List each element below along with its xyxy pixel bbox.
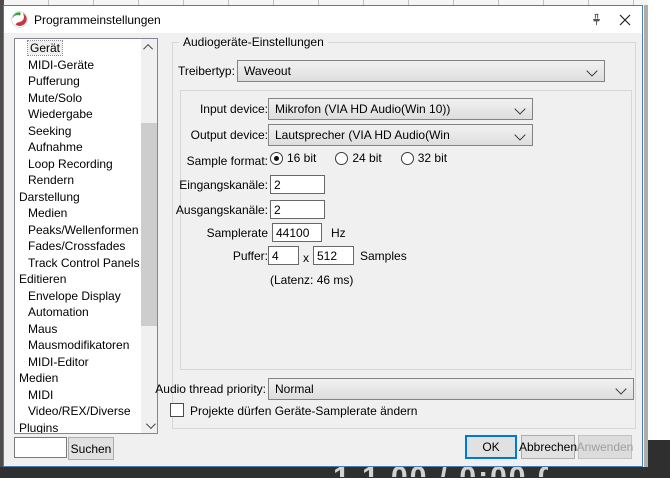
buffer-label: Puffer:	[84, 249, 268, 263]
output-device-label: Output device:	[84, 128, 268, 142]
sidebar-item-label: MIDI	[28, 388, 53, 402]
sidebar-item-midi-ger-te[interactable]: MIDI-Geräte	[15, 57, 140, 74]
buffer-size-field[interactable]	[313, 246, 354, 265]
output-device-select[interactable]: Lautsprecher (VIA HD Audio(Win	[268, 124, 533, 146]
sidebar-item-label: Darstellung	[19, 190, 80, 204]
output-device-value: Lautsprecher (VIA HD Audio(Win	[275, 128, 450, 142]
input-device-label: Input device:	[84, 102, 268, 116]
chevron-down-icon	[514, 103, 525, 114]
sidebar-item-plugins[interactable]: Plugins	[15, 420, 140, 435]
scroll-down-icon[interactable]	[141, 417, 157, 433]
sidebar-item-maus[interactable]: Maus	[15, 321, 140, 338]
radio-icon[interactable]	[335, 152, 348, 165]
group-title: Audiogeräte-Einstellungen	[179, 35, 328, 49]
apply-button[interactable]: Anwenden	[578, 435, 632, 459]
reaper-logo-icon	[11, 11, 28, 28]
close-icon[interactable]	[613, 9, 637, 30]
sidebar-item-label: Editieren	[19, 272, 66, 286]
input-channels-label: Eingangskanäle:	[84, 178, 268, 192]
sidebar-item-label: Mausmodifikatoren	[28, 338, 129, 352]
sidebar-item-label: Pufferung	[28, 74, 80, 88]
sidebar-item-label: Medien	[19, 371, 58, 385]
latency-note: (Latenz: 46 ms)	[270, 273, 353, 287]
sidebar-item-label: Gerät	[28, 41, 62, 55]
allow-samplerate-checkbox[interactable]	[170, 403, 184, 417]
sidebar-item-label: Envelope Display	[28, 289, 121, 303]
chevron-down-icon	[615, 383, 626, 394]
sidebar-item-label: Wiedergabe	[28, 107, 93, 121]
search-input[interactable]	[14, 437, 67, 458]
screen: 1.1.00 / 0:00.000 Programmeinstellungen	[0, 0, 670, 496]
radio-option-16-bit[interactable]: 16 bit	[270, 151, 316, 165]
sidebar-item-label: Plugins	[19, 421, 58, 435]
radio-icon[interactable]	[401, 152, 414, 165]
output-channels-label: Ausgangskanäle:	[84, 203, 268, 217]
preferences-dialog: Programmeinstellungen Gerät MIDI-Geräte Pu…	[3, 5, 643, 467]
buffer-times-label: x	[303, 251, 309, 265]
sidebar-item-label: Aufnahme	[28, 140, 83, 154]
sidebar-item-editieren[interactable]: Editieren	[15, 271, 140, 288]
sample-format-group: 16 bit 24 bit 32 bit	[270, 151, 447, 165]
sidebar-item-ger-t[interactable]: Gerät	[15, 40, 140, 57]
radio-label: 32 bit	[418, 151, 447, 165]
samplerate-unit: Hz	[331, 226, 346, 240]
sidebar-item-automation[interactable]: Automation	[15, 304, 140, 321]
search-button[interactable]: Suchen	[68, 437, 114, 460]
sidebar-item-label: MIDI-Geräte	[28, 58, 94, 72]
dialog-shadow	[644, 5, 648, 467]
samplerate-field[interactable]	[272, 223, 322, 242]
pin-icon[interactable]	[584, 9, 608, 30]
sidebar-item-label: Maus	[28, 322, 57, 336]
sidebar-item-mausmodifikatoren[interactable]: Mausmodifikatoren	[15, 337, 140, 354]
sidebar-item-label: MIDI-Editor	[28, 355, 89, 369]
buffer-unit: Samples	[360, 249, 407, 263]
cancel-button[interactable]: Abbrechen	[521, 435, 575, 459]
input-channels-field[interactable]	[270, 175, 325, 194]
radio-label: 16 bit	[287, 151, 316, 165]
output-channels-field[interactable]	[270, 200, 325, 219]
driver-type-select[interactable]: Waveout	[237, 60, 605, 82]
allow-samplerate-label: Projekte dürfen Geräte-Samplerate ändern	[190, 404, 417, 418]
sidebar-item-label: Medien	[28, 206, 67, 220]
titlebar[interactable]: Programmeinstellungen	[4, 6, 642, 33]
window-title: Programmeinstellungen	[34, 13, 161, 27]
thread-priority-label: Audio thread priority:	[84, 382, 266, 396]
sidebar-item-label: Video/REX/Diverse	[28, 404, 131, 418]
buffer-count-field[interactable]	[268, 246, 299, 265]
thread-priority-value: Normal	[275, 382, 314, 396]
chevron-down-icon	[514, 129, 525, 140]
sample-format-label: Sample format:	[84, 154, 268, 168]
sidebar-item-video-rex-diverse[interactable]: Video/REX/Diverse	[15, 403, 140, 420]
chevron-down-icon	[586, 65, 597, 76]
radio-option-32-bit[interactable]: 32 bit	[401, 151, 447, 165]
transport-timecode: 1.1.00 / 0:00.000	[333, 467, 548, 477]
sidebar-item-label: Automation	[28, 305, 89, 319]
sidebar-item-envelope-display[interactable]: Envelope Display	[15, 288, 140, 305]
thread-priority-select[interactable]: Normal	[268, 378, 634, 400]
sidebar-item-label: Seeking	[28, 124, 71, 138]
input-device-value: Mikrofon (VIA HD Audio(Win 10))	[275, 102, 450, 116]
sidebar-item-label: Rendern	[28, 173, 74, 187]
sidebar-item-label: Mute/Solo	[28, 91, 82, 105]
radio-icon[interactable]	[270, 152, 283, 165]
radio-option-24-bit[interactable]: 24 bit	[335, 151, 381, 165]
driver-type-label: Treibertyp:	[178, 64, 235, 78]
input-device-select[interactable]: Mikrofon (VIA HD Audio(Win 10))	[268, 98, 533, 120]
sidebar-item-midi-editor[interactable]: MIDI-Editor	[15, 354, 140, 371]
driver-type-value: Waveout	[244, 64, 291, 78]
samplerate-label: Samplerate	[84, 226, 268, 240]
scroll-up-icon[interactable]	[141, 39, 157, 55]
radio-label: 24 bit	[352, 151, 381, 165]
sidebar-item-pufferung[interactable]: Pufferung	[15, 73, 140, 90]
ok-button[interactable]: OK	[465, 435, 517, 459]
